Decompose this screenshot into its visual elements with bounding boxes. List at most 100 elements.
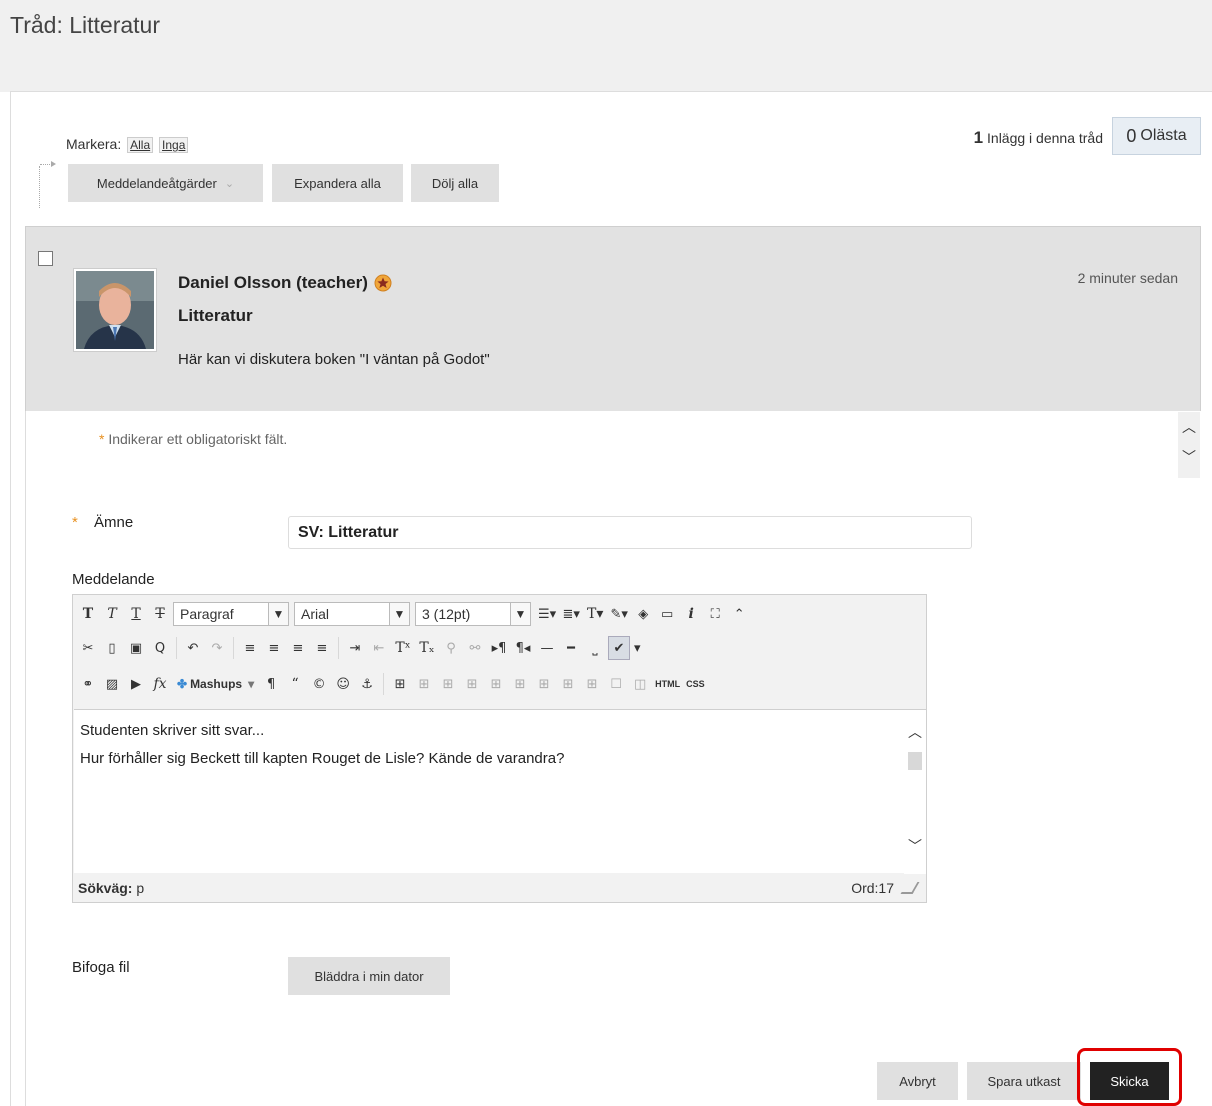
align-right-icon[interactable]: ≡: [287, 636, 309, 660]
spellcheck-icon[interactable]: ✔: [608, 636, 630, 660]
browse-computer-button[interactable]: Bläddra i min dator: [288, 957, 450, 995]
chevron-down-icon[interactable]: ﹀: [1178, 442, 1200, 472]
image-icon[interactable]: ▨: [101, 672, 123, 696]
select-row: Markera: Alla Inga: [66, 136, 189, 153]
formula-icon[interactable]: fx: [149, 672, 171, 696]
expand-all-button[interactable]: Expandera alla: [272, 164, 403, 202]
message-label: Meddelande: [72, 571, 155, 588]
table-props-icon[interactable]: ◫: [629, 672, 651, 696]
numbered-list-icon[interactable]: ≣▾: [560, 602, 582, 626]
find-icon[interactable]: Q: [149, 636, 171, 660]
rtl-icon[interactable]: ¶◂: [512, 636, 534, 660]
fullscreen-icon[interactable]: ⛶: [704, 602, 726, 626]
editor-path: Sökväg: p: [78, 880, 144, 896]
scroll-thumb[interactable]: [908, 752, 922, 770]
post-author-name: Daniel Olsson (teacher): [178, 273, 368, 292]
unlink-icon[interactable]: ⚯: [464, 636, 486, 660]
editor-line: Studenten skriver sitt svar...: [80, 722, 265, 739]
format-select[interactable]: Paragraf ▼: [173, 602, 289, 626]
highlight-icon[interactable]: ✎▾: [608, 602, 630, 626]
paste-icon[interactable]: ▣: [125, 636, 147, 660]
cut-icon[interactable]: ✂: [77, 636, 99, 660]
anchor-icon[interactable]: ⚓: [356, 672, 378, 696]
bold-icon[interactable]: T: [77, 602, 99, 626]
css-button[interactable]: CSS: [684, 672, 707, 696]
align-justify-icon[interactable]: ≡: [311, 636, 333, 660]
outdent-icon[interactable]: ⇤: [368, 636, 390, 660]
font-select[interactable]: Arial ▼: [294, 602, 410, 626]
required-note-text: Indikerar ett obligatoriskt fält.: [108, 431, 288, 447]
nonbreaking-space-icon[interactable]: ⎵: [584, 636, 606, 660]
bullet-list-icon[interactable]: ☰▾: [536, 602, 558, 626]
superscript-icon[interactable]: Tˣ: [392, 636, 414, 660]
resize-grip-icon[interactable]: [900, 882, 920, 894]
blockquote-icon[interactable]: “: [284, 672, 306, 696]
copy-icon[interactable]: ▯: [101, 636, 123, 660]
thick-rule-icon[interactable]: ━: [560, 636, 582, 660]
editor-toolbar-row-2: ✂ ▯ ▣ Q ↶ ↷ ≡ ≡ ≡ ≡ ⇥ ⇤ Tˣ Tₓ ⚲ ⚯ ▸¶ ¶◂ …: [77, 633, 643, 663]
editor-scrollbar[interactable]: ︿ ﹀: [904, 710, 926, 874]
select-all-link[interactable]: Alla: [127, 137, 154, 153]
info-icon[interactable]: i: [680, 602, 702, 626]
size-select[interactable]: 3 (12pt) ▼: [415, 602, 531, 626]
ltr-icon[interactable]: ▸¶: [488, 636, 510, 660]
table-icon[interactable]: ⊞: [389, 672, 411, 696]
italic-icon[interactable]: T: [101, 602, 123, 626]
rich-text-editor: T T T T Paragraf ▼ Arial ▼ 3 (12pt) ▼ ☰▾…: [72, 594, 927, 903]
collapse-toolbar-icon[interactable]: ⌃: [728, 602, 750, 626]
subject-input[interactable]: [288, 516, 972, 549]
post-select-checkbox[interactable]: [38, 251, 53, 266]
text-color-icon[interactable]: T▾: [584, 602, 606, 626]
toolbar-divider: [338, 637, 339, 659]
underline-icon[interactable]: T: [125, 602, 147, 626]
undo-icon[interactable]: ↶: [182, 636, 204, 660]
attachment-icon[interactable]: ⚭: [77, 672, 99, 696]
word-count: Ord:17: [851, 880, 894, 896]
subject-label: * Ämne: [72, 514, 133, 531]
eraser-icon[interactable]: ◈: [632, 602, 654, 626]
html-button[interactable]: HTML: [653, 672, 682, 696]
chevron-up-icon[interactable]: ︿: [1178, 412, 1200, 442]
table-row-after-icon[interactable]: ⊞: [437, 672, 459, 696]
preview-icon[interactable]: ▭: [656, 602, 678, 626]
toolbar-divider: [176, 637, 177, 659]
copyright-icon[interactable]: ©: [308, 672, 330, 696]
message-actions-button[interactable]: Meddelandeåtgärder ⌄: [68, 164, 263, 202]
emoticon-icon[interactable]: ☺: [332, 672, 354, 696]
select-none-link[interactable]: Inga: [159, 137, 189, 153]
indent-icon[interactable]: ⇥: [344, 636, 366, 660]
chevron-down-icon[interactable]: ﹀: [904, 836, 926, 856]
horizontal-rule-icon[interactable]: —: [536, 636, 558, 660]
editor-toolbar-row-3: ⚭ ▨ ▶ fx ✤ Mashups ▾ ¶ “ © ☺ ⚓ ⊞ ⊞ ⊞ ⊞ ⊞…: [77, 669, 707, 699]
editor-content-area[interactable]: Studenten skriver sitt svar... Hur förhå…: [74, 709, 926, 874]
table-col-before-icon[interactable]: ⊞: [485, 672, 507, 696]
path-value: p: [136, 880, 145, 896]
required-note: * Indikerar ett obligatoriskt fält.: [99, 431, 287, 447]
unread-badge[interactable]: 0 Olästa: [1112, 117, 1201, 155]
table-col-after-icon[interactable]: ⊞: [509, 672, 531, 696]
align-center-icon[interactable]: ≡: [263, 636, 285, 660]
post-body: Här kan vi diskutera boken "I väntan på …: [178, 351, 490, 368]
subscript-icon[interactable]: Tₓ: [416, 636, 438, 660]
table-split-icon[interactable]: ⊞: [557, 672, 579, 696]
select-label: Markera:: [66, 136, 122, 152]
link-icon[interactable]: ⚲: [440, 636, 462, 660]
save-draft-button[interactable]: Spara utkast: [967, 1062, 1081, 1100]
chevron-up-icon[interactable]: ︿: [904, 722, 926, 742]
strikethrough-icon[interactable]: T: [149, 602, 171, 626]
mashups-menu[interactable]: ✤ Mashups ▾: [173, 672, 258, 696]
table-cell-icon[interactable]: ☐: [605, 672, 627, 696]
cancel-button[interactable]: Avbryt: [877, 1062, 958, 1100]
media-icon[interactable]: ▶: [125, 672, 147, 696]
table-row-before-icon[interactable]: ⊞: [413, 672, 435, 696]
align-left-icon[interactable]: ≡: [239, 636, 261, 660]
panel-scroll[interactable]: ︿ ﹀: [1178, 412, 1200, 478]
paragraph-icon[interactable]: ¶: [260, 672, 282, 696]
chevron-down-icon[interactable]: ▾: [632, 636, 643, 660]
collapse-all-button[interactable]: Dölj alla: [411, 164, 499, 202]
table-delete-col-icon[interactable]: ⊞: [533, 672, 555, 696]
table-merge-icon[interactable]: ⊞: [581, 672, 603, 696]
redo-icon[interactable]: ↷: [206, 636, 228, 660]
table-delete-row-icon[interactable]: ⊞: [461, 672, 483, 696]
post-author: Daniel Olsson (teacher): [178, 273, 392, 293]
